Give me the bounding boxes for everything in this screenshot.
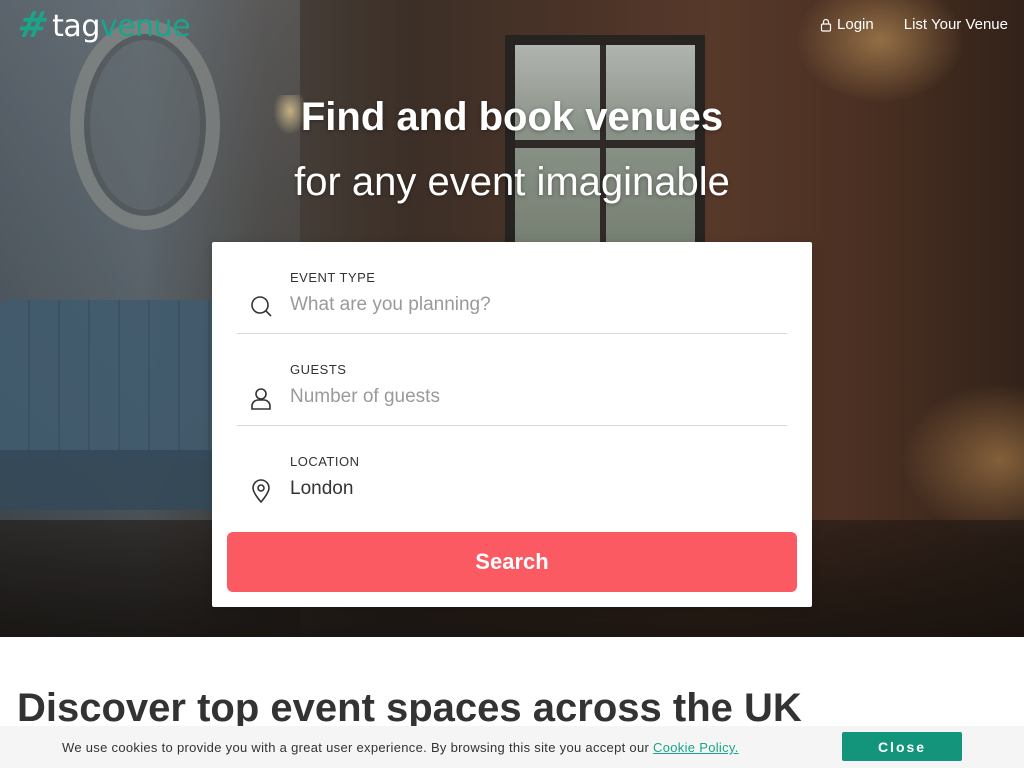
- location-field[interactable]: LOCATION: [237, 426, 787, 518]
- lock-icon: [820, 18, 832, 32]
- event-type-input[interactable]: [290, 294, 770, 316]
- search-icon: [251, 296, 272, 317]
- event-type-field[interactable]: EVENT TYPE: [237, 242, 787, 334]
- top-nav: Login List Your Venue: [819, 16, 1008, 33]
- search-button[interactable]: Search: [227, 532, 797, 592]
- hero-title: Find and book venues: [300, 95, 724, 139]
- list-venue-link[interactable]: List Your Venue: [904, 16, 1008, 33]
- logo-venue-text: venue: [99, 8, 191, 44]
- logo[interactable]: # tag venue: [14, 5, 191, 46]
- event-type-label: EVENT TYPE: [290, 270, 376, 285]
- guests-input[interactable]: [290, 386, 770, 408]
- cookie-text: We use cookies to provide you with a gre…: [62, 740, 654, 755]
- location-label: LOCATION: [290, 454, 360, 469]
- cookie-message: We use cookies to provide you with a gre…: [62, 740, 739, 755]
- map-pin-icon: [252, 479, 270, 503]
- list-venue-label: List Your Venue: [903, 16, 1008, 33]
- user-icon: [251, 388, 271, 410]
- cookie-policy-link[interactable]: Cookie Policy.: [653, 740, 739, 755]
- login-label: Login: [837, 16, 874, 33]
- cookie-close-button[interactable]: Close: [842, 732, 962, 761]
- hero-subtitle: for any event imaginable: [294, 160, 730, 204]
- guests-label: GUESTS: [290, 362, 347, 377]
- section-title: Discover top event spaces across the UK: [17, 686, 802, 730]
- guests-field[interactable]: GUESTS: [237, 334, 787, 426]
- cookie-bar: We use cookies to provide you with a gre…: [0, 726, 1024, 768]
- login-link[interactable]: Login: [819, 16, 874, 33]
- search-card: EVENT TYPE GUESTS LOCATION Search: [212, 242, 812, 607]
- location-input[interactable]: [290, 478, 770, 500]
- logo-tag-text: tag: [52, 8, 100, 44]
- logo-hash: #: [14, 5, 52, 46]
